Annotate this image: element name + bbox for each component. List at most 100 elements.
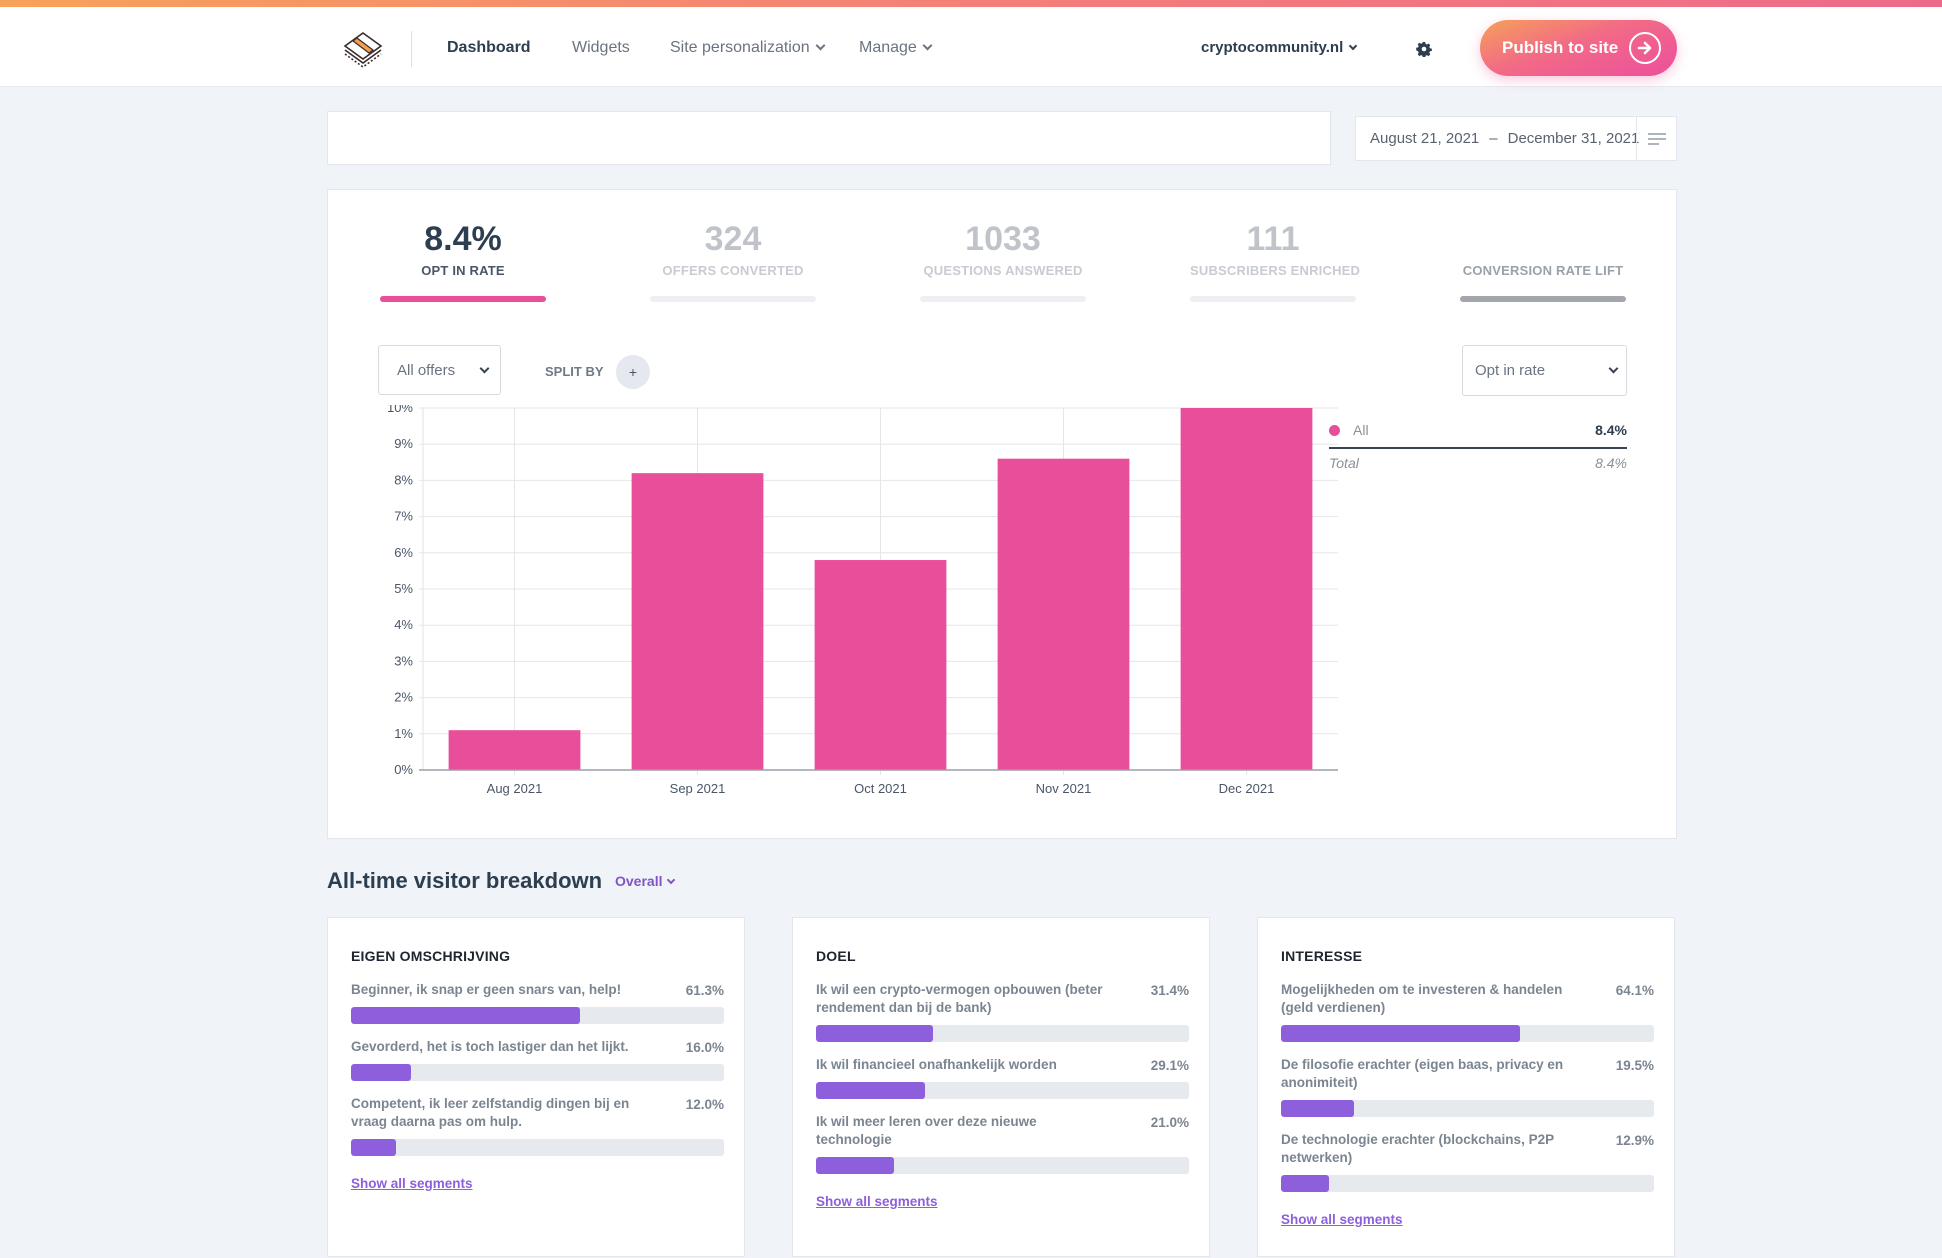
bar-sep-2021[interactable]	[631, 473, 764, 770]
date-start[interactable]: August 21, 2021	[1370, 130, 1479, 147]
chevron-down-icon	[667, 875, 676, 885]
y-tick-label: 5%	[394, 581, 413, 596]
segment-progress-fill	[1281, 1025, 1521, 1042]
nav-dashboard-label: Dashboard	[447, 39, 531, 56]
segment-item: Ik wil een crypto-vermogen opbouwen (bet…	[816, 981, 1189, 1042]
chevron-down-icon	[1608, 363, 1619, 374]
chevron-down-icon	[922, 40, 933, 51]
y-tick-label: 1%	[394, 726, 413, 741]
segment-progress-fill	[351, 1139, 396, 1156]
kpi-tab-conversion-rate-lift[interactable]: CONVERSION RATE LIFT	[1460, 220, 1626, 302]
legend-total-value: 8.4%	[1595, 455, 1627, 471]
nav-widgets[interactable]: Widgets	[572, 39, 630, 57]
breakdown-scope-select[interactable]: Overall	[615, 873, 676, 889]
nav-manage[interactable]: Manage	[859, 39, 933, 57]
chevron-down-icon	[479, 363, 490, 374]
legend-entry-name: All	[1353, 422, 1369, 438]
legend-entry-all[interactable]: All 8.4%	[1329, 415, 1627, 445]
opt-in-rate-chart: 0% 1% 2% 3% 4% 5% 6% 7% 8% 9% 10% Aug 2021 Sep 2021 O…	[348, 400, 1348, 805]
kpi-label: QUESTIONS ANSWERED	[923, 263, 1083, 278]
segment-item: Beginner, ik snap er geen snars van, hel…	[351, 981, 724, 1024]
kpi-indicator	[920, 296, 1086, 302]
y-tick-label: 0%	[394, 762, 413, 777]
x-tick-label: Dec 2021	[1219, 781, 1275, 796]
segment-label: Gevorderd, het is toch lastiger dan het …	[351, 1039, 629, 1054]
segment-progress-fill	[1281, 1175, 1330, 1192]
search-panel[interactable]	[327, 111, 1331, 165]
kpi-tab-subscribers-enriched[interactable]: 111 SUBSCRIBERS ENRICHED	[1190, 220, 1360, 302]
show-all-segments-link[interactable]: Show all segments	[1281, 1212, 1403, 1227]
segment-item: Competent, ik leer zelfstandig dingen bi…	[351, 1095, 724, 1156]
kpi-indicator	[1460, 296, 1626, 302]
filter-lines-icon	[1648, 133, 1666, 135]
bar-nov-2021[interactable]	[997, 458, 1130, 770]
kpi-indicator	[1190, 296, 1356, 302]
filter-button[interactable]	[1636, 117, 1676, 160]
kpi-value: 1033	[965, 220, 1041, 258]
filter-line	[1648, 138, 1666, 140]
x-tick-label: Aug 2021	[487, 781, 543, 796]
segment-label: Beginner, ik snap er geen snars van, hel…	[351, 982, 622, 997]
publish-to-site-button[interactable]: Publish to site	[1480, 20, 1677, 76]
kpi-tab-opt-in-rate[interactable]: 8.4% OPT IN RATE	[380, 220, 546, 302]
metric-select-value: Opt in rate	[1475, 362, 1546, 379]
publish-label: Publish to site	[1502, 38, 1619, 57]
metric-select[interactable]: Opt in rate	[1462, 345, 1627, 396]
nav-divider	[411, 31, 412, 67]
nav-dashboard[interactable]: Dashboard	[447, 39, 531, 57]
bar-oct-2021[interactable]	[814, 560, 947, 770]
bar-dec-2021[interactable]	[1180, 408, 1313, 770]
segment-percentage: 21.0%	[1150, 1115, 1189, 1130]
segment-row: De technologie erachter (blockchains, P2…	[1281, 1131, 1654, 1167]
date-range-picker[interactable]: August 21, 2021 – December 31, 2021	[1355, 116, 1677, 161]
show-all-segments-link[interactable]: Show all segments	[351, 1176, 473, 1191]
kpi-tab-questions-answered[interactable]: 1033 QUESTIONS ANSWERED	[920, 220, 1086, 302]
breakdown-card: INTERESSE Mogelijkheden om te investeren…	[1257, 917, 1675, 1257]
segment-label: Competent, ik leer zelfstandig dingen bi…	[351, 1096, 630, 1129]
split-by-add-button[interactable]: +	[616, 355, 650, 389]
segment-item: Ik wil financieel onafhankelijk worden 2…	[816, 1056, 1189, 1099]
segment-percentage: 29.1%	[1150, 1058, 1189, 1073]
segment-row: Ik wil een crypto-vermogen opbouwen (bet…	[816, 981, 1189, 1017]
segment-progress-fill	[1281, 1100, 1354, 1117]
segment-row: Gevorderd, het is toch lastiger dan het …	[351, 1038, 724, 1056]
legend-total-label: Total	[1329, 455, 1359, 471]
y-tick-label: 10%	[387, 405, 413, 415]
offer-select[interactable]: All offers	[378, 345, 501, 395]
segment-progress-track	[816, 1157, 1189, 1174]
segment-percentage: 64.1%	[1615, 983, 1654, 998]
segment-row: Mogelijkheden om te investeren & handele…	[1281, 981, 1654, 1017]
gear-icon[interactable]	[1416, 41, 1432, 57]
kpi-tab-offers-converted[interactable]: 324 OFFERS CONVERTED	[650, 220, 816, 302]
top-accent-stripe	[0, 0, 1942, 7]
kpi-label: CONVERSION RATE LIFT	[1462, 263, 1624, 278]
breakdown-items: Beginner, ik snap er geen snars van, hel…	[351, 981, 724, 1193]
legend-divider	[1329, 447, 1627, 449]
segment-label: Ik wil een crypto-vermogen opbouwen (bet…	[816, 982, 1103, 1015]
show-all-segments-link[interactable]: Show all segments	[816, 1194, 938, 1209]
segment-item: De filosofie erachter (eigen baas, priva…	[1281, 1056, 1654, 1117]
breakdown-card: EIGEN OMSCHRIJVING Beginner, ik snap er …	[327, 917, 745, 1257]
segment-row: Ik wil financieel onafhankelijk worden 2…	[816, 1056, 1189, 1074]
nav-site-personalization[interactable]: Site personalization	[670, 39, 826, 57]
x-tick-label: Sep 2021	[670, 781, 726, 796]
kpi-indicator	[380, 296, 546, 302]
breakdown-title: All-time visitor breakdown	[327, 868, 603, 893]
arrow-right-circle-icon	[1629, 32, 1661, 64]
segment-label: Ik wil meer leren over deze nieuwe techn…	[816, 1114, 1037, 1147]
logo-icon[interactable]	[340, 29, 386, 71]
segment-progress-track	[351, 1139, 724, 1156]
date-end[interactable]: December 31, 2021	[1508, 130, 1640, 147]
bar-aug-2021[interactable]	[448, 730, 581, 770]
segment-percentage: 31.4%	[1150, 983, 1189, 998]
segment-label: De technologie erachter (blockchains, P2…	[1281, 1132, 1554, 1165]
kpi-indicator	[650, 296, 816, 302]
x-tick-label: Oct 2021	[854, 781, 907, 796]
metrics-card: 8.4% OPT IN RATE 324 OFFERS CONVERTED 10…	[327, 189, 1677, 839]
segment-progress-fill	[816, 1082, 925, 1099]
site-selector[interactable]: cryptocommunity.nl	[1201, 39, 1358, 56]
kpi-value: 111	[1246, 220, 1300, 258]
filter-line	[1648, 143, 1659, 145]
breakdown-items: Ik wil een crypto-vermogen opbouwen (bet…	[816, 981, 1189, 1211]
segment-progress-track	[1281, 1025, 1654, 1042]
